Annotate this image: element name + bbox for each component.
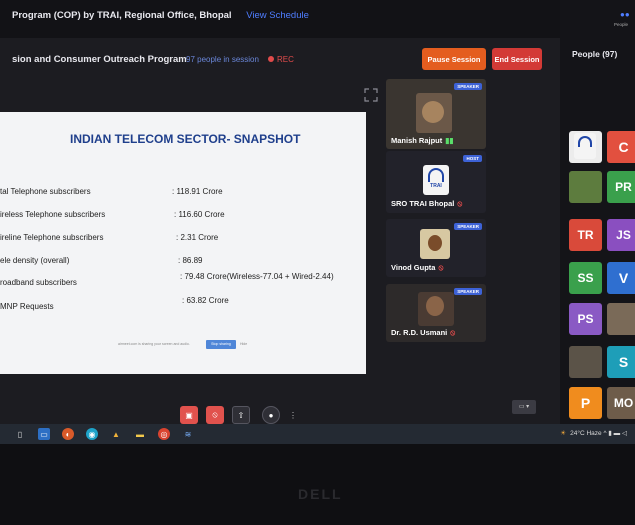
layout-toggle-icon[interactable]: ▭ ▾ [512, 400, 536, 414]
participant-avatar[interactable]: S [607, 346, 635, 378]
slide-row-label: ireless Telephone subscribers [0, 210, 106, 219]
speaker-badge: SPEAKER [454, 83, 482, 90]
participant-avatar[interactable]: C [607, 131, 635, 163]
record-dot-icon [268, 56, 274, 62]
vlc-icon[interactable]: ▲ [110, 428, 122, 440]
speaker-badge: SPEAKER [454, 223, 482, 230]
speaker-face [422, 101, 444, 123]
slide-row-value: : 63.82 Crore [182, 296, 229, 305]
speaker-tile[interactable]: SPEAKER Dr. R.D. Usmani ⦸ [386, 284, 486, 342]
session-name: sion and Consumer Outreach Program [12, 54, 187, 65]
participant-avatar[interactable]: SS [569, 262, 602, 294]
edge-browser-icon[interactable]: ◉ [86, 428, 98, 440]
slide-row-value: : 2.31 Crore [176, 233, 219, 242]
hide-button[interactable]: Hide [240, 342, 247, 346]
speaker-tile[interactable]: SPEAKER Vinod Gupta ⦸ [386, 219, 486, 277]
participant-avatar[interactable] [569, 131, 602, 163]
view-schedule-link[interactable]: View Schedule [246, 10, 309, 21]
share-screen-icon[interactable]: ⇧ [232, 406, 250, 424]
speaker-name: Vinod Gupta ⦸ [391, 263, 444, 272]
participant-avatar[interactable]: JS [607, 219, 635, 251]
people-panel-title: People (97) [572, 49, 618, 59]
mic-off-icon: ⦸ [450, 328, 456, 337]
mic-off-icon: ⦸ [457, 199, 463, 208]
speaker-name: SRO TRAI Bhopal ⦸ [391, 199, 463, 208]
slide-row-value: : 116.60 Crore [174, 210, 225, 219]
participant-avatar-photo[interactable] [569, 171, 602, 203]
slide-row-label: ireline Telephone subscribers [0, 233, 104, 242]
os-taskbar: ▯ ▭ ◐ ◉ ▲ ▬ ◎ ≋ ☀ 24°C Haze ^ ▮ ▬ ◁ [0, 424, 635, 444]
slide-row-label: ele density (overall) [0, 256, 70, 265]
camera-off-icon[interactable]: ▣ [180, 406, 198, 424]
folder-icon[interactable]: ▬ [134, 428, 146, 440]
slide-row-value: : 86.89 [178, 256, 203, 265]
trai-logo: TRAI [423, 165, 449, 195]
speaker-name: Dr. R.D. Usmani ⦸ [391, 328, 456, 337]
speaker-tile[interactable]: SPEAKER Manish Rajput ▮▮ [386, 79, 486, 149]
more-options-icon[interactable]: ⋮ [288, 406, 298, 424]
participant-avatar[interactable]: V [607, 262, 635, 294]
speaker-face [428, 235, 442, 251]
slide-title: INDIAN TELECOM SECTOR- SNAPSHOT [70, 132, 301, 146]
participant-avatar[interactable]: PR [607, 171, 635, 203]
participant-avatar[interactable]: PS [569, 303, 602, 335]
speaker-badge: SPEAKER [454, 288, 482, 295]
office-icon[interactable]: ◐ [62, 428, 74, 440]
task-view-icon[interactable]: ▯ [14, 428, 26, 440]
slide-row-label: MNP Requests [0, 302, 54, 311]
people-tab-label[interactable]: People [614, 22, 628, 27]
fullscreen-icon[interactable] [364, 88, 378, 102]
pause-session-button[interactable]: Pause Session [422, 48, 486, 70]
participant-avatar-photo[interactable] [607, 303, 635, 335]
people-count[interactable]: 97 people in session [186, 55, 259, 64]
share-text: airmeet.com is sharing your screen and a… [118, 342, 190, 346]
recording-indicator: REC [268, 55, 294, 64]
people-icon[interactable]: ●● [620, 10, 630, 19]
mic-muted-icon[interactable]: ⦸ [206, 406, 224, 424]
sound-wave-icon[interactable]: ≋ [182, 428, 194, 440]
participant-avatar[interactable]: P [569, 387, 602, 419]
weather-sun-icon: ☀ [560, 430, 567, 437]
laptop-brand-logo: DELL [298, 486, 343, 502]
slide-row-value: : 79.48 Crore(Wireless-77.04 + Wired-2.4… [180, 272, 334, 281]
system-tray: ☀ 24°C Haze ^ ▮ ▬ ◁ [560, 430, 627, 437]
program-title: Program (COP) by TRAI, Regional Office, … [12, 10, 309, 21]
participant-avatar-photo[interactable] [569, 346, 602, 378]
mic-off-icon: ⦸ [438, 263, 444, 272]
participant-avatar[interactable]: MO [607, 387, 635, 419]
speaker-tile[interactable]: TRAI HOST SRO TRAI Bhopal ⦸ [386, 151, 486, 213]
laptop-bezel [0, 444, 635, 525]
slide-row-label: roadband subscribers [0, 278, 77, 287]
settings-icon[interactable]: ● [262, 406, 280, 424]
host-badge: HOST [463, 155, 482, 162]
screen-share-banner: airmeet.com is sharing your screen and a… [118, 340, 258, 350]
mic-on-icon: ▮▮ [445, 136, 454, 145]
top-bar: Program (COP) by TRAI, Regional Office, … [0, 0, 560, 38]
end-session-button[interactable]: End Session [492, 48, 542, 70]
slide-row-value: : 118.91 Crore [172, 187, 223, 196]
app-screen: Program (COP) by TRAI, Regional Office, … [0, 0, 635, 440]
shared-slide: INDIAN TELECOM SECTOR- SNAPSHOT tal Tele… [0, 112, 366, 374]
participant-avatar[interactable]: TR [569, 219, 602, 251]
stop-sharing-button[interactable]: Stop sharing [206, 340, 236, 349]
people-panel: ●● People People (97) C PR TR JS SS V PS… [560, 0, 635, 440]
chrome-browser-icon[interactable]: ◎ [158, 428, 170, 440]
mail-icon[interactable]: ▭ [38, 428, 50, 440]
speaker-face [426, 296, 444, 316]
speaker-name: Manish Rajput ▮▮ [391, 136, 454, 145]
slide-row-label: tal Telephone subscribers [0, 187, 91, 196]
